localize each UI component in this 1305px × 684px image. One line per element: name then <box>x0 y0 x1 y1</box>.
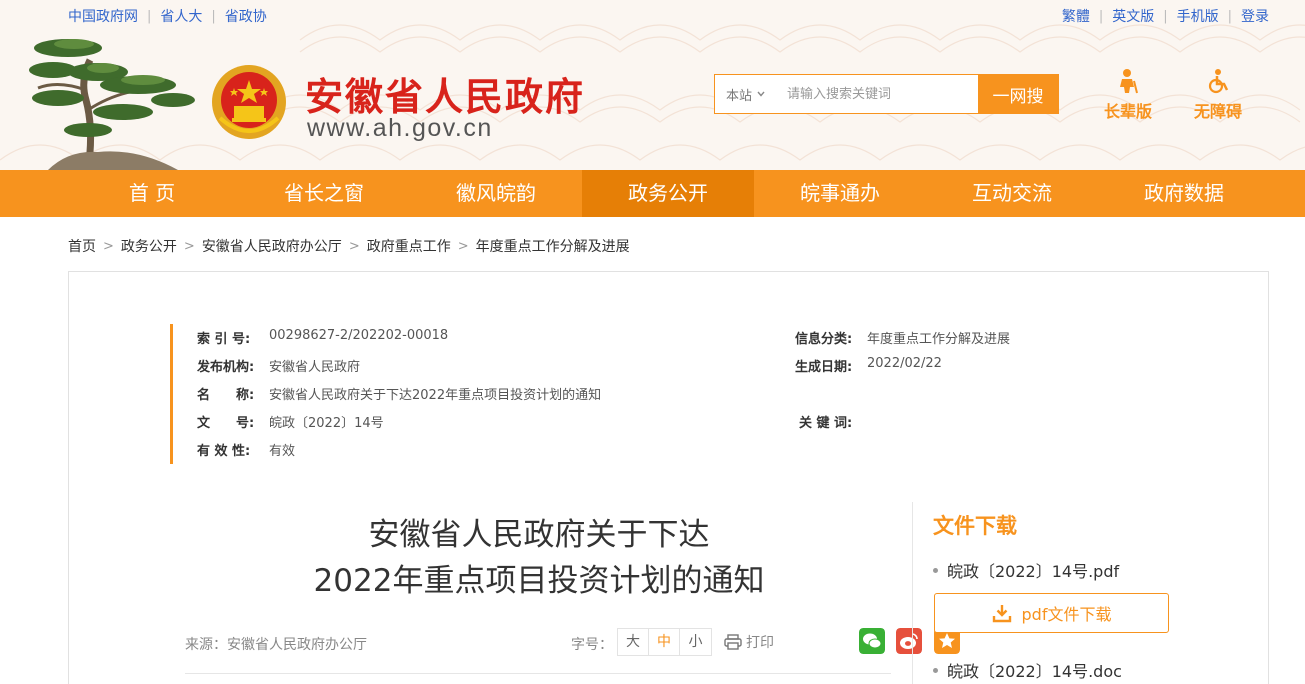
main-nav: 首 页 省长之窗 徽风皖韵 政务公开 皖事通办 互动交流 政府数据 <box>0 170 1305 217</box>
chevron-right-icon: > <box>457 238 469 254</box>
printer-icon <box>724 634 742 650</box>
meta-publisher-value: 安徽省人民政府 <box>269 360 361 375</box>
accessible-mode-label: 无障碍 <box>1193 102 1242 121</box>
nav-item-interaction[interactable]: 互动交流 <box>926 170 1098 217</box>
print-button[interactable]: 打印 <box>724 632 774 652</box>
meta-name-value: 安徽省人民政府关于下达2022年重点项目投资计划的通知 <box>269 388 602 403</box>
meta-category-label: 信息分类: <box>795 332 853 347</box>
breadcrumb-office[interactable]: 安徽省人民政府办公厅 <box>202 236 342 256</box>
search-scope-select[interactable]: 本站 <box>715 75 777 113</box>
document-toolbar: 来源：安徽省人民政府办公厅 字号： 大 中 小 打印 <box>185 624 960 674</box>
separator: | <box>147 8 152 24</box>
nav-item-governor[interactable]: 省长之窗 <box>238 170 410 217</box>
meta-validity-label: 有 效 性: <box>197 444 251 459</box>
link-traditional-chinese[interactable]: 繁體 <box>1062 6 1090 26</box>
meta-publisher-label: 发布机构: <box>197 360 255 375</box>
separator: | <box>1163 8 1168 24</box>
pine-tree-illustration <box>29 39 195 170</box>
search-input[interactable] <box>777 75 978 113</box>
breadcrumb-gov-affairs[interactable]: 政务公开 <box>121 236 177 256</box>
document-title-line1: 安徽省人民政府关于下达 <box>368 517 710 553</box>
separator: | <box>1227 8 1232 24</box>
breadcrumb-annual-progress[interactable]: 年度重点工作分解及进展 <box>476 236 630 256</box>
nav-item-gov-data[interactable]: 政府数据 <box>1098 170 1270 217</box>
document-source: 来源：安徽省人民政府办公厅 <box>185 637 367 653</box>
font-size-label: 字号： <box>571 637 613 653</box>
link-login[interactable]: 登录 <box>1241 6 1269 26</box>
meta-date-value: 2022/02/22 <box>867 356 942 371</box>
wechat-share-icon[interactable] <box>859 628 885 654</box>
nav-item-culture[interactable]: 徽风皖韵 <box>410 170 582 217</box>
elder-icon <box>1120 69 1138 94</box>
site-url: www.ah.gov.cn <box>307 114 493 142</box>
meta-docno: 文 号: 皖政〔2022〕14号 <box>197 412 384 431</box>
nav-item-services[interactable]: 皖事通办 <box>754 170 926 217</box>
document-metadata: 索 引 号: 00298627-2/202202-00018 信息分类: 年度重… <box>170 324 1110 464</box>
separator: | <box>211 8 216 24</box>
pdf-download-label: pdf文件下载 <box>1021 605 1112 624</box>
link-provincial-cppcc[interactable]: 省政协 <box>225 6 267 26</box>
meta-index: 索 引 号: 00298627-2/202202-00018 <box>197 328 448 347</box>
doc-file-item[interactable]: 皖政〔2022〕14号.doc <box>933 658 1122 682</box>
meta-validity-value: 有效 <box>269 444 296 459</box>
meta-docno-label: 文 号: <box>197 416 255 431</box>
pdf-file-name: 皖政〔2022〕14号.pdf <box>947 562 1120 581</box>
link-gov-cn[interactable]: 中国政府网 <box>68 6 138 26</box>
meta-keywords: 关 键 词: <box>799 412 871 431</box>
document-title-line2: 2022年重点项目投资计划的通知 <box>313 563 765 599</box>
pdf-file-item[interactable]: 皖政〔2022〕14号.pdf <box>933 558 1119 582</box>
top-links-left: 中国政府网 | 省人大 | 省政协 <box>68 6 267 26</box>
bullet-dot <box>933 667 938 673</box>
content-panel: 索 引 号: 00298627-2/202202-00018 信息分类: 年度重… <box>68 271 1269 684</box>
doc-file-name: 皖政〔2022〕14号.doc <box>947 662 1122 681</box>
accessible-mode-button[interactable]: 无障碍 <box>1186 68 1250 122</box>
site-title: 安徽省人民政府 <box>305 74 586 119</box>
font-size-medium-button[interactable]: 中 <box>649 629 680 655</box>
download-icon <box>992 605 1011 623</box>
search-bar: 本站 一网搜 <box>714 74 1059 114</box>
meta-index-value: 00298627-2/202202-00018 <box>269 328 449 343</box>
bullet-dot <box>933 567 938 573</box>
chevron-right-icon: > <box>103 238 114 254</box>
separator: | <box>1098 8 1104 24</box>
downloads-title: 文件下载 <box>933 514 1017 538</box>
nav-item-gov-affairs[interactable]: 政务公开 <box>582 170 754 217</box>
link-provincial-congress[interactable]: 省人大 <box>160 6 202 26</box>
font-size-large-button[interactable]: 大 <box>618 629 649 655</box>
elder-mode-label: 长辈版 <box>1103 102 1152 121</box>
meta-publisher: 发布机构: 安徽省人民政府 <box>197 356 360 375</box>
meta-validity: 有 效 性: 有效 <box>197 440 295 459</box>
wheelchair-icon <box>1208 69 1229 94</box>
meta-docno-value: 皖政〔2022〕14号 <box>269 416 384 431</box>
breadcrumb: 首页 > 政务公开 > 安徽省人民政府办公厅 > 政府重点工作 > 年度重点工作… <box>68 236 630 256</box>
download-sidebar: 文件下载 皖政〔2022〕14号.pdf pdf文件下载 皖政〔2022〕14号… <box>912 502 1172 684</box>
chevron-right-icon: > <box>183 238 195 254</box>
link-english-version[interactable]: 英文版 <box>1112 6 1154 26</box>
pdf-download-button[interactable]: pdf文件下载 <box>934 593 1169 633</box>
print-label: 打印 <box>746 635 774 651</box>
elder-mode-button[interactable]: 长辈版 <box>1096 68 1160 122</box>
font-size-small-button[interactable]: 小 <box>680 629 711 655</box>
breadcrumb-key-work[interactable]: 政府重点工作 <box>367 236 451 256</box>
link-mobile-version[interactable]: 手机版 <box>1177 6 1219 26</box>
meta-keywords-label: 关 键 词: <box>799 416 853 431</box>
meta-date-label: 生成日期: <box>795 360 853 375</box>
meta-index-label: 索 引 号: <box>197 332 251 347</box>
font-size-switcher: 大 中 小 <box>617 628 712 656</box>
meta-name: 名 称: 安徽省人民政府关于下达2022年重点项目投资计划的通知 <box>197 384 601 403</box>
meta-category-value: 年度重点工作分解及进展 <box>867 332 1011 347</box>
chevron-right-icon: > <box>348 238 360 254</box>
nav-item-home[interactable]: 首 页 <box>66 170 238 217</box>
top-links-right: 繁體 | 英文版 | 手机版 | 登录 <box>1062 6 1269 26</box>
chevron-down-icon <box>757 91 765 97</box>
meta-date: 生成日期: 2022/02/22 <box>795 356 942 375</box>
national-emblem-icon <box>212 65 286 139</box>
breadcrumb-home[interactable]: 首页 <box>68 236 96 256</box>
meta-category: 信息分类: 年度重点工作分解及进展 <box>795 328 1010 347</box>
site-header: 中国政府网 | 省人大 | 省政协 繁體 | 英文版 | 手机版 | 登录 安徽… <box>0 0 1305 170</box>
meta-name-label: 名 称: <box>197 388 255 403</box>
document-title: 安徽省人民政府关于下达 2022年重点项目投资计划的通知 <box>189 512 889 604</box>
search-button[interactable]: 一网搜 <box>978 75 1058 113</box>
search-scope-label: 本站 <box>725 88 752 104</box>
